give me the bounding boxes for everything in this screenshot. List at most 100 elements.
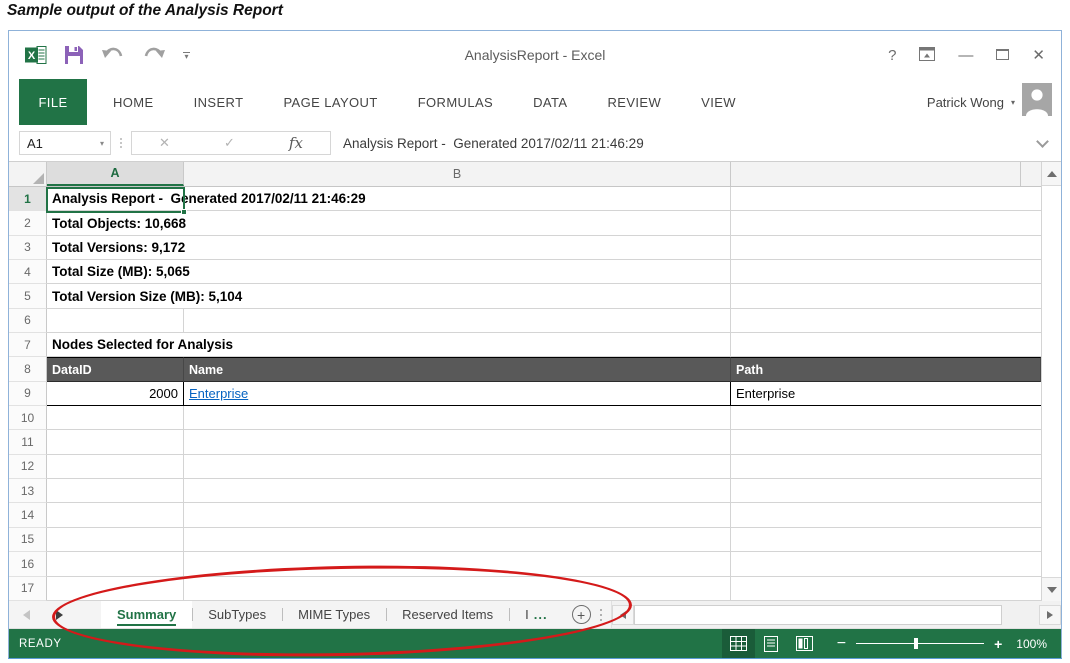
cell-c17[interactable] [731, 577, 1041, 601]
minimize-icon[interactable]: — [958, 48, 973, 63]
cell-a13[interactable] [47, 479, 184, 503]
row-header-6[interactable]: 6 [9, 309, 47, 333]
cell-b16[interactable] [184, 552, 731, 576]
row-header-13[interactable]: 13 [9, 479, 47, 503]
cell-c14[interactable] [731, 503, 1041, 527]
cell-c15[interactable] [731, 528, 1041, 552]
cell-c10[interactable] [731, 406, 1041, 430]
cell-b15[interactable] [184, 528, 731, 552]
zoom-in-icon[interactable]: + [994, 636, 1002, 652]
vertical-scrollbar[interactable] [1041, 162, 1061, 601]
row-header-9[interactable]: 9 [9, 382, 47, 406]
close-icon[interactable]: ✕ [1032, 48, 1045, 63]
cell-b14[interactable] [184, 503, 731, 527]
cell-c6[interactable] [731, 309, 1041, 333]
save-icon[interactable] [64, 45, 84, 65]
row-header-10[interactable]: 10 [9, 406, 47, 430]
name-box[interactable]: A1 ▾ [19, 131, 111, 155]
horizontal-scrollbar[interactable] [611, 601, 1061, 628]
cell-c4[interactable] [731, 260, 1041, 284]
account-area[interactable]: Patrick Wong ▾ [927, 79, 1061, 125]
cell-c3[interactable] [731, 236, 1041, 260]
column-header-c[interactable] [731, 162, 1021, 186]
tab-bar-splitter[interactable] [600, 601, 602, 628]
cell-a4[interactable]: Total Size (MB): 5,065 [47, 260, 731, 284]
cell-a7[interactable]: Nodes Selected for Analysis [47, 333, 731, 357]
cell-a9-dataid[interactable]: 2000 [47, 382, 184, 406]
sheet-next-icon[interactable] [56, 610, 63, 620]
cell-b6[interactable] [184, 309, 731, 333]
page-break-preview-icon[interactable] [788, 629, 821, 658]
cell-b12[interactable] [184, 455, 731, 479]
cell-a14[interactable] [47, 503, 184, 527]
cell-a2[interactable]: Total Objects: 10,668 [47, 211, 731, 235]
scroll-right-icon[interactable] [1039, 605, 1061, 625]
cell-c9-path[interactable]: Enterprise [731, 382, 1041, 406]
cell-c11[interactable] [731, 430, 1041, 454]
row-header-14[interactable]: 14 [9, 503, 47, 527]
cell-c12[interactable] [731, 455, 1041, 479]
cell-b9-name[interactable]: Enterprise [184, 382, 731, 406]
column-header-b[interactable]: B [184, 162, 731, 186]
formula-bar-splitter[interactable] [120, 138, 122, 148]
formula-input[interactable]: Analysis Report - Generated 2017/02/11 2… [331, 136, 1030, 151]
cell-b8-name-header[interactable]: Name [184, 357, 731, 381]
cell-c16[interactable] [731, 552, 1041, 576]
cell-a5[interactable]: Total Version Size (MB): 5,104 [47, 284, 731, 308]
row-header-3[interactable]: 3 [9, 236, 47, 260]
scroll-down-icon[interactable] [1042, 577, 1061, 601]
cell-c2[interactable] [731, 211, 1041, 235]
sheet-tab-summary[interactable]: Summary [101, 601, 192, 628]
ribbon-display-options-icon[interactable] [919, 47, 935, 64]
cell-a12[interactable] [47, 455, 184, 479]
insert-function-icon[interactable]: fx [289, 134, 303, 152]
row-header-8[interactable]: 8 [9, 357, 47, 381]
zoom-slider[interactable] [856, 643, 984, 644]
tab-home[interactable]: HOME [99, 79, 168, 125]
expand-formula-bar-icon[interactable] [1036, 135, 1049, 148]
enter-icon[interactable]: ✓ [224, 135, 235, 151]
row-header-15[interactable]: 15 [9, 528, 47, 552]
horizontal-scrollbar-thumb[interactable] [634, 605, 1002, 625]
cell-b17[interactable] [184, 577, 731, 601]
cell-a16[interactable] [47, 552, 184, 576]
tab-page-layout[interactable]: PAGE LAYOUT [269, 79, 391, 125]
redo-icon[interactable] [142, 45, 166, 65]
cell-b11[interactable] [184, 430, 731, 454]
undo-icon[interactable] [101, 45, 125, 65]
cell-a8-dataid-header[interactable]: DataID [47, 357, 184, 381]
cell-c13[interactable] [731, 479, 1041, 503]
cell-a6[interactable] [47, 309, 184, 333]
new-sheet-icon[interactable]: + [572, 605, 591, 624]
cell-a11[interactable] [47, 430, 184, 454]
row-header-16[interactable]: 16 [9, 552, 47, 576]
help-icon[interactable]: ? [888, 48, 896, 63]
sheet-prev-icon[interactable] [23, 610, 30, 620]
tab-review[interactable]: REVIEW [593, 79, 675, 125]
zoom-level[interactable]: 100% [1016, 637, 1061, 651]
row-header-17[interactable]: 17 [9, 577, 47, 601]
user-dropdown-icon[interactable]: ▾ [1011, 98, 1015, 107]
sheet-tab-subtypes[interactable]: SubTypes [192, 601, 282, 628]
tab-view[interactable]: VIEW [687, 79, 750, 125]
row-header-5[interactable]: 5 [9, 284, 47, 308]
cell-b10[interactable] [184, 406, 731, 430]
zoom-slider-thumb[interactable] [914, 638, 918, 649]
select-all-button[interactable] [9, 162, 47, 186]
cell-a1[interactable]: Analysis Report - Generated 2017/02/11 2… [47, 187, 731, 211]
row-header-7[interactable]: 7 [9, 333, 47, 357]
maximize-icon[interactable] [996, 48, 1009, 63]
customize-qat-icon[interactable]: ▾ [183, 52, 190, 59]
row-header-11[interactable]: 11 [9, 430, 47, 454]
cell-c7[interactable] [731, 333, 1041, 357]
cell-a15[interactable] [47, 528, 184, 552]
cell-a10[interactable] [47, 406, 184, 430]
vertical-scrollbar-track[interactable] [1042, 186, 1061, 577]
sheet-tab-mime-types[interactable]: MIME Types [282, 601, 386, 628]
row-header-1[interactable]: 1 [9, 187, 47, 211]
tab-file[interactable]: FILE [19, 79, 87, 125]
cell-a17[interactable] [47, 577, 184, 601]
sheet-tab-overflow[interactable]: I ... [509, 601, 563, 628]
row-header-12[interactable]: 12 [9, 455, 47, 479]
avatar[interactable] [1022, 83, 1052, 121]
